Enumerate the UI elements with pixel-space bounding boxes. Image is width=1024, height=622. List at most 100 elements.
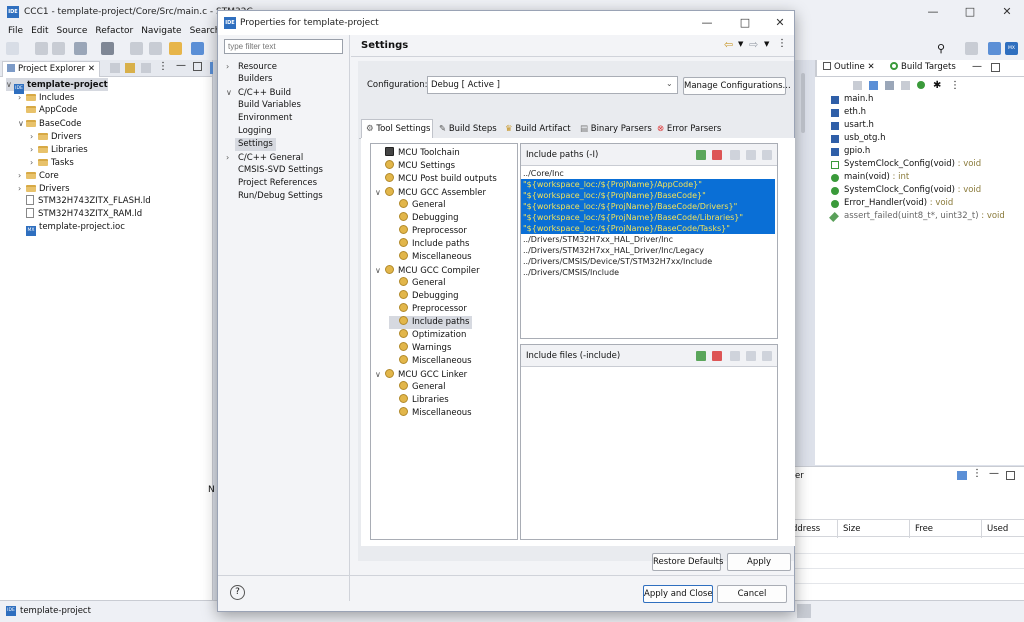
save-icon[interactable] <box>35 42 48 55</box>
tab-error-parsers[interactable]: ⊗ Error Parsers <box>657 122 721 137</box>
chevron-icon[interactable]: › <box>30 156 38 169</box>
outline-item[interactable]: SystemClock_Config(void) : void <box>831 158 981 171</box>
open-perspective-icon[interactable] <box>191 42 204 55</box>
menu-navigate[interactable]: Navigate <box>141 24 181 38</box>
edit-file-icon[interactable] <box>730 351 740 361</box>
menu-refactor[interactable]: Refactor <box>95 24 133 38</box>
tab-binary-parsers[interactable]: ▤ Binary Parsers <box>580 122 652 137</box>
nav-item[interactable]: ∨ C/C++ Build <box>226 86 291 99</box>
tool-tree-item[interactable]: General <box>389 277 446 290</box>
nav-item[interactable]: Logging <box>238 125 272 138</box>
chevron-icon[interactable]: › <box>30 143 38 156</box>
tree-item[interactable]: ∨ IDE template-project <box>6 78 108 94</box>
tree-item[interactable]: MX template-project.ioc <box>18 221 125 236</box>
tool-tree-item[interactable]: Preprocessor <box>389 303 467 316</box>
dialog-minimize-icon[interactable]: — <box>699 15 715 31</box>
menu-search[interactable]: Search <box>190 24 221 38</box>
outline-item[interactable]: usart.h <box>831 119 874 132</box>
col-size[interactable]: Size <box>843 524 860 534</box>
tab-build-steps[interactable]: ✎ Build Steps <box>439 122 497 137</box>
tool-tree-item[interactable]: MCU Toolchain <box>375 147 460 160</box>
menu-source[interactable]: Source <box>57 24 88 38</box>
debug-icon[interactable] <box>130 42 143 55</box>
maximize-icon[interactable]: □ <box>962 4 978 20</box>
memory-refresh-icon[interactable] <box>957 471 967 480</box>
file-move-down-icon[interactable] <box>762 351 772 361</box>
tool-tree-item[interactable]: Preprocessor <box>389 225 467 238</box>
tool-tree-item[interactable]: MCU Post build outputs <box>375 173 497 186</box>
configuration-select[interactable]: Debug [ Active ] ⌄ <box>427 76 678 94</box>
memory-menu-icon[interactable]: ⋮ <box>972 468 982 479</box>
perspective-icon[interactable] <box>965 42 978 55</box>
build-config-icon[interactable] <box>74 42 87 55</box>
include-path-item[interactable]: "${workspace_loc:/${ProjName}/BaseCode/T… <box>521 223 775 234</box>
nav-item[interactable]: Run/Debug Settings <box>226 190 323 203</box>
tree-item[interactable]: › Tasks <box>30 156 74 169</box>
hide-static-icon[interactable] <box>901 81 910 90</box>
memory-minimize-icon[interactable]: — <box>989 468 999 479</box>
include-path-item[interactable]: ../Drivers/CMSIS/Device/ST/STM32H7xx/Inc… <box>521 256 777 267</box>
close-tab-icon[interactable]: ✕ <box>88 64 95 74</box>
help-icon[interactable]: ? <box>230 585 245 600</box>
tool-tree-item[interactable]: Optimization <box>389 329 466 342</box>
save-all-icon[interactable] <box>52 42 65 55</box>
hide-fields-icon[interactable] <box>885 81 894 90</box>
forward-dropdown-icon[interactable]: ▼ <box>764 40 769 48</box>
restore-defaults-button[interactable]: Restore Defaults <box>652 553 723 571</box>
manage-configurations-button[interactable]: Manage Configurations... <box>683 77 791 95</box>
tool-tree-item[interactable]: Miscellaneous <box>389 355 472 368</box>
sort-icon[interactable] <box>869 81 878 90</box>
tool-tree-item[interactable]: Libraries <box>389 394 449 407</box>
include-paths-list[interactable]: ../Core/Inc "${workspace_loc:/${ProjName}… <box>521 166 777 278</box>
include-path-item[interactable]: ../Drivers/STM32H7xx_HAL_Driver/Inc <box>521 234 777 245</box>
outline-tab[interactable]: Outline ✕ <box>823 62 875 72</box>
nav-item[interactable]: Project References <box>226 177 317 190</box>
tool-tree-item[interactable]: Miscellaneous <box>389 251 472 264</box>
collapse-all-icon[interactable] <box>110 63 120 73</box>
tree-item[interactable]: › Includes <box>18 91 74 104</box>
outline-item[interactable]: SystemClock_Config(void) : void <box>831 184 981 197</box>
tree-item[interactable]: ∨ BaseCode <box>18 117 81 130</box>
filter-input[interactable] <box>224 39 343 54</box>
tree-item[interactable]: › Core <box>18 169 59 182</box>
nav-item[interactable]: › C/C++ General <box>226 151 303 164</box>
chevron-icon[interactable]: ∨ <box>6 78 14 91</box>
tool-tree-item[interactable]: Debugging <box>389 290 459 303</box>
outline-item[interactable]: assert_failed(uint8_t*, uint32_t) : void <box>829 210 1005 223</box>
edit-path-icon[interactable] <box>730 150 740 160</box>
outline-menu-icon[interactable]: ⋮ <box>950 80 960 91</box>
outline-item[interactable]: eth.h <box>831 106 866 119</box>
new-icon[interactable] <box>6 42 19 55</box>
tree-item[interactable]: › Libraries <box>30 143 88 156</box>
tool-tree-item[interactable]: Warnings <box>389 342 451 355</box>
tree-item[interactable]: › Drivers <box>30 130 82 143</box>
file-move-up-icon[interactable] <box>746 351 756 361</box>
tool-tree-item[interactable]: Debugging <box>389 212 459 225</box>
nav-item[interactable]: › Resource <box>226 60 277 73</box>
outline-item[interactable]: main(void) : int <box>831 171 909 184</box>
dialog-maximize-icon[interactable]: □ <box>737 15 753 31</box>
tool-tree-item[interactable]: Include paths <box>389 238 469 251</box>
add-path-icon[interactable] <box>696 150 706 160</box>
chevron-icon[interactable]: ∨ <box>375 264 385 277</box>
chevron-icon[interactable]: ∨ <box>375 368 385 381</box>
delete-path-icon[interactable] <box>712 150 722 160</box>
outline-item[interactable]: gpio.h <box>831 145 870 158</box>
filter-icon[interactable] <box>141 63 151 73</box>
move-down-icon[interactable] <box>762 150 772 160</box>
dialog-close-icon[interactable]: ✕ <box>772 15 788 31</box>
include-path-item[interactable]: ../Drivers/CMSIS/Include <box>521 267 777 278</box>
include-path-item[interactable]: ../Drivers/STM32H7xx_HAL_Driver/Inc/Lega… <box>521 245 777 256</box>
tool-tree-item[interactable]: ∨ MCU GCC Linker <box>375 368 467 381</box>
chevron-icon[interactable]: › <box>226 60 238 73</box>
chevron-icon[interactable]: › <box>18 169 26 182</box>
vertical-scrollbar[interactable] <box>801 73 805 133</box>
close-icon[interactable]: ✕ <box>999 4 1015 20</box>
skip-breakpoints-icon[interactable] <box>149 42 162 55</box>
include-path-item[interactable]: ../Core/Inc <box>521 168 777 179</box>
tree-item[interactable]: STM32H743ZITX_RAM.ld <box>18 208 142 221</box>
menu-file[interactable]: File <box>8 24 23 38</box>
include-path-item[interactable]: "${workspace_loc:/${ProjName}/AppCode}" <box>521 179 775 190</box>
add-file-icon[interactable] <box>696 351 706 361</box>
cpp-perspective-icon[interactable] <box>988 42 1001 55</box>
